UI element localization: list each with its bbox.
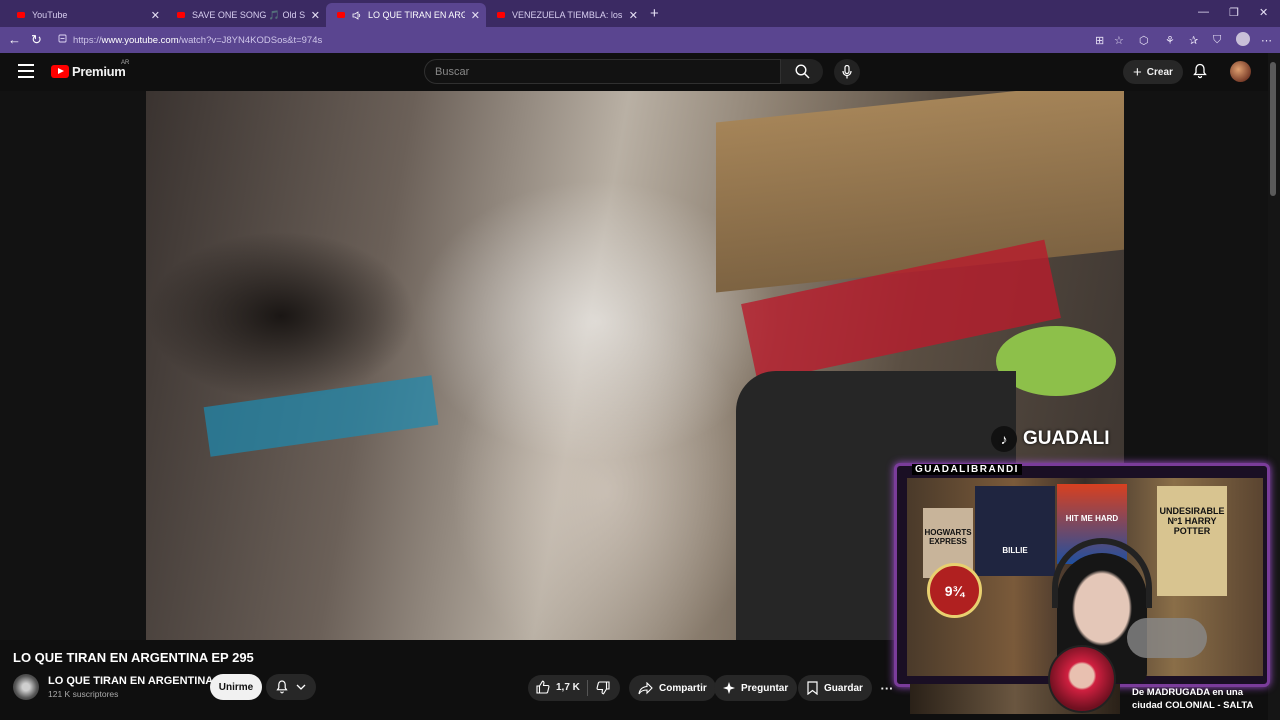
- notifications-bell-icon[interactable]: [1193, 63, 1207, 84]
- chevron-down-icon: [296, 684, 306, 690]
- tab-label: LO QUE TIRAN EN ARGENTIN: [368, 10, 465, 20]
- app-available-icon[interactable]: ⊞: [1095, 34, 1104, 47]
- thumbs-down-icon: [596, 681, 610, 695]
- country-code: AR: [121, 60, 130, 66]
- tab-close-icon[interactable]: ✕: [629, 9, 638, 22]
- bookmark-star-icon[interactable]: ☆: [1114, 34, 1124, 47]
- ask-button[interactable]: Preguntar: [714, 675, 798, 701]
- subscriber-count: 121 K suscriptores: [48, 689, 119, 699]
- create-button[interactable]: + Crear: [1123, 60, 1183, 84]
- more-actions-icon[interactable]: ···: [874, 675, 900, 701]
- dislike-button[interactable]: [596, 681, 610, 700]
- plus-icon: +: [1133, 63, 1142, 81]
- share-arrow-icon: [638, 681, 653, 694]
- channel-avatar[interactable]: [13, 674, 39, 700]
- minimize-icon[interactable]: —: [1198, 6, 1209, 18]
- tab-label: YouTube: [32, 10, 68, 20]
- save-label: Guardar: [824, 682, 863, 694]
- tab-label: VENEZUELA TIEMBLA: los héroes: [512, 10, 623, 20]
- tab-close-icon[interactable]: ✕: [311, 9, 320, 22]
- create-label: Crear: [1146, 66, 1173, 78]
- ask-label: Preguntar: [741, 682, 789, 694]
- youtube-header: Premium AR Buscar + Crear: [0, 53, 1268, 91]
- youtube-favicon-icon: [176, 10, 186, 20]
- account-avatar[interactable]: [1230, 61, 1251, 82]
- url-path: /watch?v=J8YN4KODSos&t=974s: [178, 34, 323, 46]
- search-icon: [794, 64, 810, 79]
- microphone-arm: [1127, 618, 1207, 658]
- tiktok-icon: ♪: [991, 426, 1017, 452]
- billie-poster: BILLIE: [975, 486, 1055, 576]
- youtube-favicon-icon: [16, 10, 26, 20]
- browser-profile-avatar[interactable]: [1236, 32, 1250, 46]
- dark-object-scene: [146, 231, 416, 401]
- speaker-icon[interactable]: [352, 10, 362, 20]
- site-info-icon[interactable]: [58, 34, 67, 46]
- close-window-icon[interactable]: ✕: [1259, 6, 1268, 19]
- favorites-icon[interactable]: ✰: [1189, 34, 1198, 47]
- scrollbar-thumb[interactable]: [1270, 62, 1276, 196]
- restore-icon[interactable]: ❐: [1229, 6, 1239, 19]
- copilot-icon[interactable]: ⚘: [1165, 34, 1175, 47]
- tab-lo-que-tiran[interactable]: LO QUE TIRAN EN ARGENTIN ✕: [326, 3, 486, 27]
- browser-tab-strip: YouTube ✕ SAVE ONE SONG 🎵 Old Song vs ✕ …: [0, 0, 1280, 27]
- channel-name[interactable]: LO QUE TIRAN EN ARGENTINA: [48, 675, 213, 687]
- tiktok-handle: GUADALI: [1023, 428, 1110, 449]
- search-button[interactable]: [781, 59, 823, 84]
- streamer-name-label: GUADALIBRANDI: [912, 464, 1022, 475]
- player-letterbox-left: [0, 91, 146, 640]
- microphone-icon: [842, 65, 852, 79]
- youtube-premium-logo[interactable]: Premium AR: [51, 60, 129, 79]
- platform-sign: 9¾: [927, 563, 982, 618]
- tab-label: SAVE ONE SONG 🎵 Old Song vs: [192, 9, 305, 20]
- tiktok-watermark: ♪ GUADALI: [991, 426, 1110, 452]
- like-button[interactable]: 1,7 K: [536, 680, 580, 694]
- join-button[interactable]: Unirme: [210, 674, 262, 700]
- sparkle-icon: [723, 682, 735, 694]
- like-count: 1,7 K: [556, 681, 580, 693]
- save-button[interactable]: Guardar: [798, 675, 872, 701]
- recommended-title[interactable]: De MADRUGADA en una ciudad COLONIAL - SA…: [1132, 686, 1262, 712]
- share-button[interactable]: Compartir: [629, 675, 716, 701]
- voice-search-button[interactable]: [834, 59, 860, 85]
- thumbs-up-icon: [536, 680, 550, 694]
- tab-youtube[interactable]: YouTube ✕: [6, 3, 166, 27]
- address-bar-row: ← ↻ https://www.youtube.com/watch?v=J8YN…: [0, 27, 1280, 53]
- subscription-notifications-button[interactable]: [266, 674, 316, 700]
- more-options-icon[interactable]: ⋯: [1261, 34, 1272, 47]
- youtube-favicon-icon: [336, 10, 346, 20]
- tab-save-one-song[interactable]: SAVE ONE SONG 🎵 Old Song vs ✕: [166, 3, 326, 27]
- tab-venezuela[interactable]: VENEZUELA TIEMBLA: los héroes ✕: [486, 3, 644, 27]
- youtube-favicon-icon: [496, 10, 506, 20]
- share-label: Compartir: [659, 682, 707, 694]
- youtube-play-icon: [51, 65, 69, 78]
- page-bottom-bar: [0, 714, 1268, 720]
- bell-icon: [276, 680, 288, 694]
- search-input[interactable]: Buscar: [424, 59, 781, 84]
- url-field[interactable]: https://www.youtube.com/watch?v=J8YN4KOD…: [52, 30, 1092, 50]
- extension-icon[interactable]: ⬡: [1139, 34, 1149, 47]
- bookmark-icon: [807, 681, 818, 695]
- video-title: LO QUE TIRAN EN ARGENTINA EP 295: [13, 650, 254, 665]
- back-arrow-icon[interactable]: ←: [8, 32, 21, 47]
- url-scheme: https://: [73, 34, 102, 46]
- logo-text: Premium: [72, 64, 126, 79]
- shield-icon[interactable]: ⛉: [1213, 34, 1221, 47]
- url-host: www.youtube.com: [101, 34, 179, 46]
- tab-close-icon[interactable]: ✕: [151, 9, 160, 22]
- cardboard-box-scene: [716, 91, 1124, 293]
- undesirable-poster: UNDESIRABLE Nº1 HARRY POTTER: [1157, 486, 1227, 596]
- avatar-sticker: [1048, 645, 1116, 713]
- reload-icon[interactable]: ↻: [31, 32, 42, 48]
- tab-close-icon[interactable]: ✕: [471, 9, 480, 22]
- new-tab-plus-icon[interactable]: +: [650, 5, 659, 22]
- hamburger-menu-icon[interactable]: [18, 64, 34, 82]
